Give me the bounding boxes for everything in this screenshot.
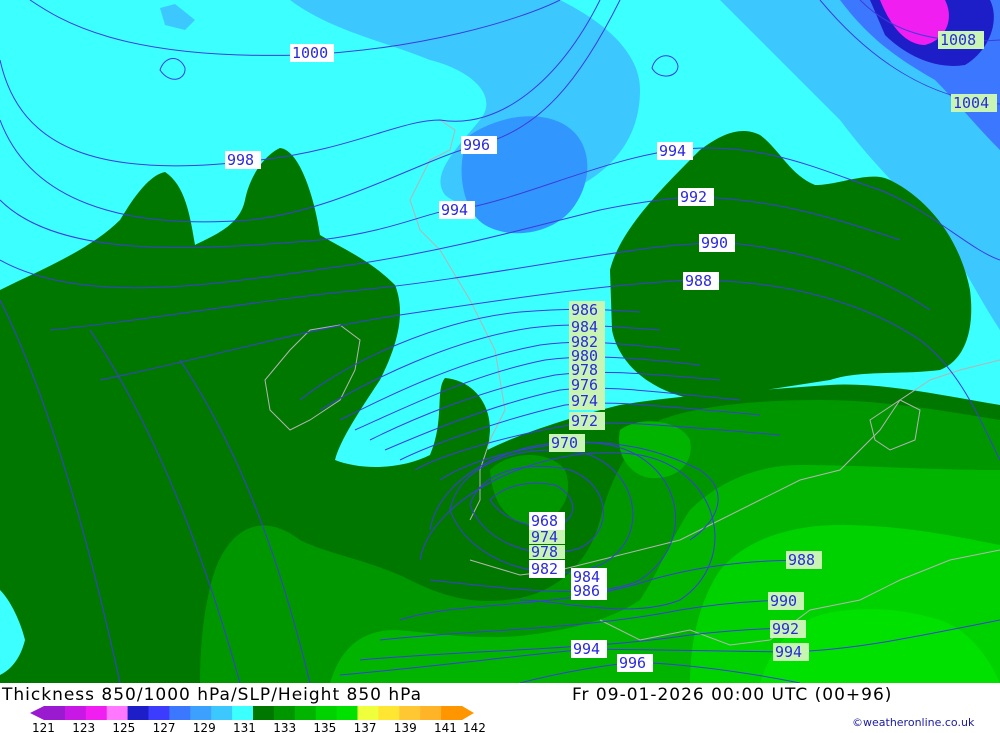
svg-text:994: 994 <box>659 142 686 160</box>
legend-tick-label: 139 <box>394 721 417 733</box>
isobar-label: 1004 <box>951 94 997 112</box>
svg-text:992: 992 <box>772 620 799 638</box>
isobar-label: 1008 <box>938 31 984 49</box>
svg-text:986: 986 <box>571 301 598 319</box>
svg-text:994: 994 <box>775 643 802 661</box>
legend-swatch <box>294 706 317 720</box>
svg-text:972: 972 <box>571 412 598 430</box>
legend-swatch <box>169 706 191 720</box>
isobar-label: 990 <box>699 234 735 252</box>
isobar-label: 992 <box>770 620 806 638</box>
legend-tick-label: 131 <box>233 721 256 733</box>
legend-swatch <box>44 706 66 720</box>
legend-tick-label: 137 <box>354 721 377 733</box>
svg-text:1004: 1004 <box>953 94 989 112</box>
isobar-label: 974 <box>569 392 605 410</box>
svg-text:988: 988 <box>685 272 712 290</box>
isobar-label: 972 <box>569 412 605 430</box>
legend-swatch <box>64 706 87 720</box>
legend-swatch <box>399 706 421 720</box>
legend-swatch <box>420 706 442 720</box>
svg-text:990: 990 <box>701 234 728 252</box>
isobar-label: 994 <box>571 640 607 658</box>
legend-swatch <box>273 706 296 720</box>
isobar-label: 994 <box>657 142 693 160</box>
svg-text:996: 996 <box>463 136 490 154</box>
isobar-label: 970 <box>549 434 585 452</box>
legend-swatch <box>211 706 233 720</box>
isobar-label: 994 <box>773 643 809 661</box>
legend-swatches <box>30 706 474 720</box>
weather-map: 1000 998 996 994 994 992 990 988 986 984… <box>0 0 1000 683</box>
legend-swatch <box>315 706 338 720</box>
svg-text:978: 978 <box>531 543 558 561</box>
svg-text:998: 998 <box>227 151 254 169</box>
svg-text:1008: 1008 <box>940 31 976 49</box>
svg-text:970: 970 <box>551 434 578 452</box>
legend-tick-label: 135 <box>313 721 336 733</box>
isobar-label: 988 <box>683 272 719 290</box>
svg-text:990: 990 <box>770 592 797 610</box>
svg-text:994: 994 <box>573 640 600 658</box>
color-legend: 121 123 125 127 129 131 133 135 137 139 141 142 <box>30 706 486 733</box>
isobar-label: 986 <box>569 301 605 319</box>
svg-text:988: 988 <box>788 551 815 569</box>
isobar-label: 994 <box>439 201 475 219</box>
legend-arrow-right <box>462 706 474 720</box>
legend-tick-label: 123 <box>72 721 95 733</box>
legend-swatch <box>127 706 149 720</box>
legend-swatch <box>357 706 379 720</box>
legend-swatch <box>190 706 212 720</box>
legend-tick-label: 127 <box>153 721 176 733</box>
svg-text:992: 992 <box>680 188 707 206</box>
svg-text:974: 974 <box>571 392 598 410</box>
legend-tick-label: 142 <box>463 721 486 733</box>
legend-tick-label: 141 <box>434 721 457 733</box>
credit-link[interactable]: ©weatheronline.co.uk <box>852 716 974 729</box>
isobar-label: 998 <box>225 151 261 169</box>
isobar-label: 990 <box>768 592 804 610</box>
legend-swatch <box>85 706 108 720</box>
svg-text:994: 994 <box>441 201 468 219</box>
isobar-label: 978 <box>529 543 565 561</box>
legend-arrow-left <box>30 706 44 720</box>
svg-text:986: 986 <box>573 582 600 600</box>
legend-swatch <box>253 706 275 720</box>
legend-swatch <box>441 706 463 720</box>
legend-swatch <box>378 706 400 720</box>
svg-text:996: 996 <box>619 654 646 672</box>
isobar-label: 1000 <box>290 44 334 62</box>
legend-swatch <box>148 706 170 720</box>
legend-ticks: 121 123 125 127 129 131 133 135 137 139 141 142 <box>32 721 486 733</box>
svg-text:982: 982 <box>531 560 558 578</box>
svg-text:1000: 1000 <box>292 44 328 62</box>
isobar-label: 988 <box>786 551 822 569</box>
isobar-label: 996 <box>461 136 497 154</box>
legend-tick-label: 133 <box>273 721 296 733</box>
legend-swatch <box>106 706 129 720</box>
isobar-label: 996 <box>617 654 653 672</box>
isobar-label: 982 <box>529 560 565 578</box>
legend-swatch <box>336 706 358 720</box>
legend-tick-label: 129 <box>193 721 216 733</box>
legend-tick-label: 121 <box>32 721 55 733</box>
isobar-label: 992 <box>678 188 714 206</box>
footer-bar: Thickness 850/1000 hPa/SLP/Height 850 hP… <box>0 683 1000 733</box>
isobar-label: 986 <box>571 582 607 600</box>
legend-swatch <box>232 706 254 720</box>
legend-tick-label: 125 <box>112 721 135 733</box>
